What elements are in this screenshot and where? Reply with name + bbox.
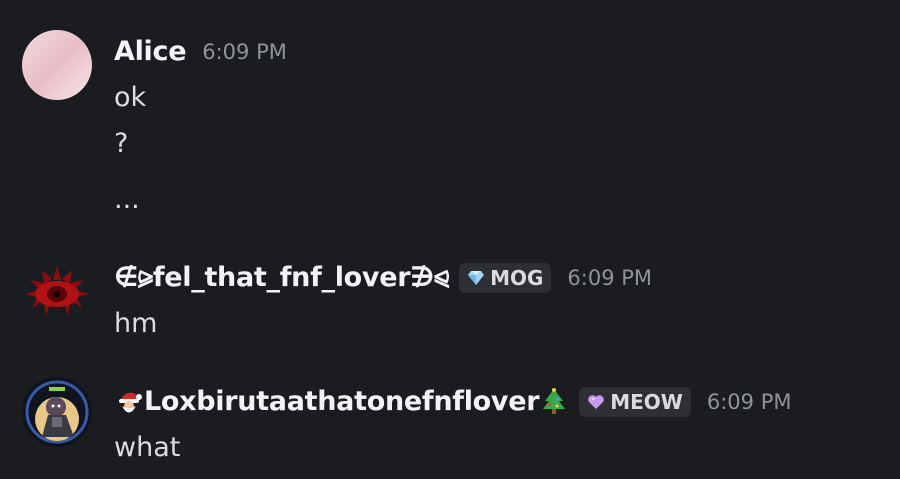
- message-header: ∉⪩fel_that_fnf_lover∌⪨ MOG 6:09 PM: [114, 262, 652, 294]
- timestamp[interactable]: 6:09 PM: [202, 40, 287, 64]
- chat-message-list: Alice 6:09 PM ok ? ... ∉⪩fel_that_fnf_lo…: [0, 0, 900, 479]
- message-text[interactable]: ?: [114, 128, 128, 159]
- server-tag[interactable]: MEOW: [579, 386, 691, 417]
- username[interactable]: Loxbirutaathatonefnflover: [144, 386, 540, 417]
- message-header: Loxbirutaathatonefnflover MEOW 6:09 PM: [114, 386, 792, 417]
- user-avatar-character[interactable]: [22, 377, 92, 447]
- message-text[interactable]: ok: [114, 82, 146, 113]
- user-avatar-red-eye[interactable]: [22, 256, 92, 326]
- santa-icon: [114, 387, 144, 417]
- server-tag[interactable]: MOG: [459, 263, 552, 293]
- username[interactable]: Alice: [114, 36, 187, 67]
- message-header: Alice 6:09 PM: [114, 36, 287, 67]
- server-tag-label: MEOW: [610, 389, 683, 414]
- username[interactable]: ∉⪩fel_that_fnf_lover∌⪨: [114, 262, 449, 294]
- purple-heart-icon: [587, 394, 605, 410]
- server-tag-label: MOG: [490, 266, 544, 290]
- christmas-tree-icon: [539, 387, 569, 417]
- timestamp[interactable]: 6:09 PM: [567, 266, 652, 290]
- diamond-icon: [467, 270, 485, 286]
- message-text[interactable]: ...: [114, 184, 140, 215]
- message-text[interactable]: what: [114, 432, 180, 463]
- message-text[interactable]: hm: [114, 308, 157, 339]
- user-avatar-alice[interactable]: [22, 30, 92, 100]
- timestamp[interactable]: 6:09 PM: [707, 390, 792, 414]
